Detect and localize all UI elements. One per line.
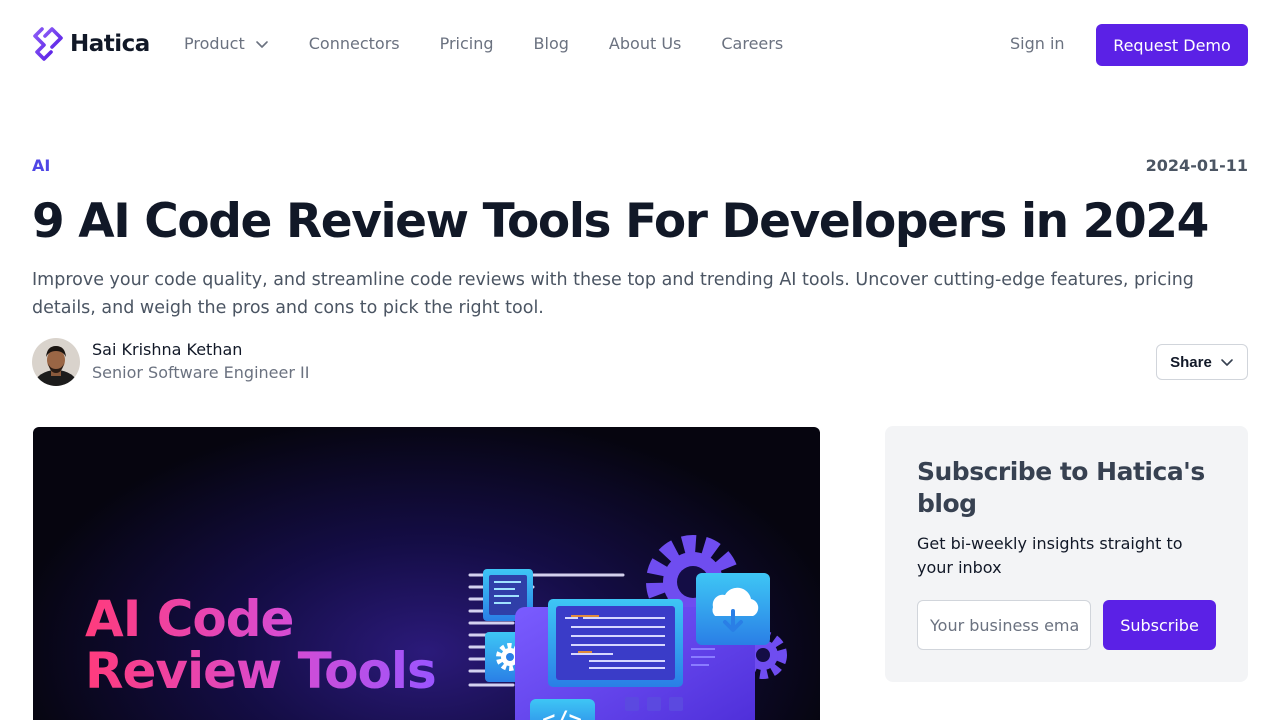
hero-heading: AI Code Review Tools xyxy=(85,593,436,697)
nav-item-label: About Us xyxy=(608,34,682,53)
subscribe-card: Subscribe to Hatica's blog Get bi-weekly… xyxy=(885,426,1248,682)
hatica-logo[interactable]: Hatica xyxy=(32,26,150,62)
nav-item-blog[interactable]: Blog xyxy=(534,34,569,53)
category-tag[interactable]: AI xyxy=(32,156,50,175)
author-role: Senior Software Engineer II xyxy=(92,363,310,382)
author-text: Sai Krishna Kethan Senior Software Engin… xyxy=(92,339,309,385)
subscribe-button[interactable]: Subscribe xyxy=(1103,600,1216,650)
nav-item-connectors[interactable]: Connectors xyxy=(309,34,400,53)
author-name[interactable]: Sai Krishna Kethan xyxy=(92,339,309,361)
request-demo-button[interactable]: Request Demo xyxy=(1096,24,1248,66)
email-input[interactable] xyxy=(917,600,1091,650)
chevron-down-icon xyxy=(1221,359,1233,366)
hero-image: </> AI Code Review Tools xyxy=(33,427,820,720)
nav-item-label: Connectors xyxy=(308,34,400,53)
sign-in-link[interactable]: Sign in xyxy=(1010,34,1065,53)
article-subtitle: Improve your code quality, and streamlin… xyxy=(32,270,1194,318)
author-avatar xyxy=(32,338,80,386)
share-button[interactable]: Share xyxy=(1156,344,1248,380)
svg-text:</>: </> xyxy=(542,708,582,720)
nav-item-about-us[interactable]: About Us xyxy=(609,34,681,53)
subscribe-title: Subscribe to Hatica's blog xyxy=(917,457,1205,518)
nav-item-careers[interactable]: Careers xyxy=(721,34,783,53)
share-label: Share xyxy=(1170,353,1212,371)
nav-item-label: Blog xyxy=(533,34,569,53)
person-avatar-icon xyxy=(32,338,80,386)
author-info: Sai Krishna Kethan Senior Software Engin… xyxy=(32,338,309,386)
hero-heading-line: AI Code xyxy=(85,590,294,648)
chevron-down-icon xyxy=(255,40,268,48)
nav-item-pricing[interactable]: Pricing xyxy=(440,34,494,53)
nav-item-label: Product xyxy=(184,34,245,53)
subscribe-description: Get bi-weekly insights straight to your … xyxy=(917,534,1183,577)
nav-item-label: Careers xyxy=(721,34,784,53)
hero-heading-line: Review Tools xyxy=(85,642,436,700)
article-title: 9 AI Code Review Tools For Developers in… xyxy=(32,194,1209,249)
main-nav: Product Connectors Pricing Blog About Us… xyxy=(184,34,823,53)
publish-date: 2024-01-11 xyxy=(1145,156,1248,175)
nav-item-label: Pricing xyxy=(439,34,494,53)
nav-item-product[interactable]: Product xyxy=(184,34,269,53)
site-header: Hatica Product Connectors Pricing Blog A… xyxy=(0,0,1280,90)
hatica-logo-icon xyxy=(33,27,63,61)
logo-text: Hatica xyxy=(70,31,150,57)
